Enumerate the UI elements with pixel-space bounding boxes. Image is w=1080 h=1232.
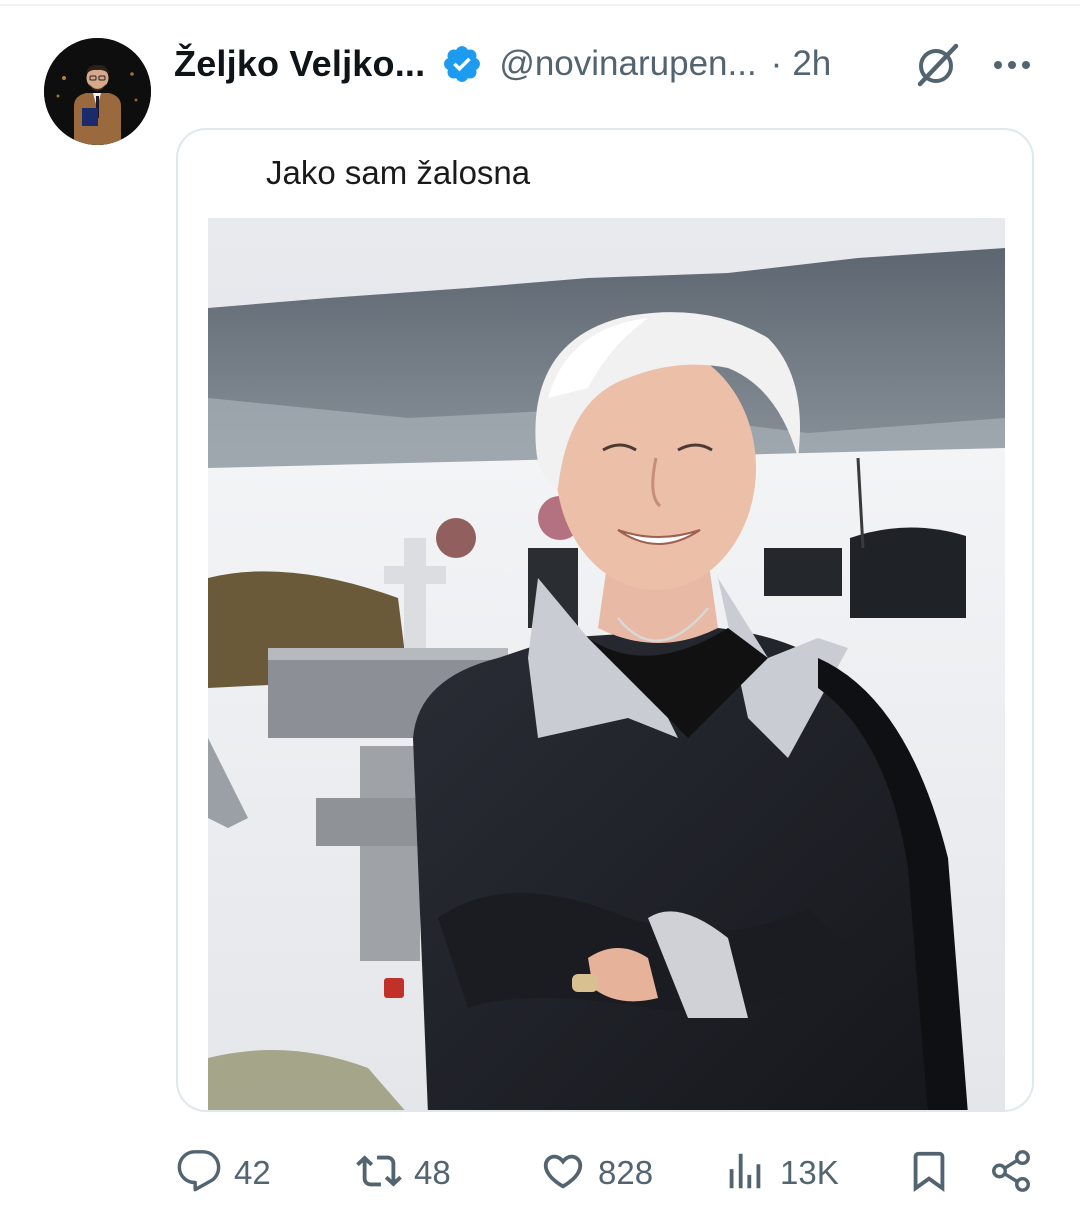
tweet: Željko Veljko... @novinarupen... · 2h Ja… bbox=[0, 0, 1080, 1232]
repost-icon bbox=[356, 1148, 402, 1199]
reply-count: 42 bbox=[234, 1154, 271, 1191]
separator-dot: · bbox=[770, 44, 783, 83]
bookmark-button[interactable] bbox=[906, 1148, 952, 1198]
meme-image: Jako sam žalosna bbox=[208, 130, 1005, 1110]
tweet-header: Željko Veljko... @novinarupen... · 2h bbox=[174, 36, 831, 92]
heart-icon bbox=[540, 1148, 586, 1199]
more-options-icon[interactable] bbox=[990, 48, 1034, 82]
action-bar: 42 48 828 13K bbox=[0, 1138, 1080, 1208]
photo bbox=[208, 218, 1005, 1110]
bookmark-icon bbox=[906, 1148, 952, 1199]
repost-button[interactable]: 48 bbox=[356, 1148, 451, 1198]
meme-caption: Jako sam žalosna bbox=[266, 154, 531, 191]
grok-icon[interactable] bbox=[914, 40, 962, 88]
repost-count: 48 bbox=[414, 1154, 451, 1191]
share-button[interactable] bbox=[988, 1148, 1034, 1198]
divider bbox=[0, 4, 1080, 6]
avatar[interactable] bbox=[44, 38, 151, 145]
verified-badge-icon bbox=[441, 43, 483, 85]
share-icon bbox=[988, 1148, 1034, 1199]
timestamp[interactable]: 2h bbox=[792, 44, 831, 84]
views-count: 13K bbox=[780, 1154, 839, 1191]
reply-button[interactable]: 42 bbox=[176, 1148, 271, 1198]
views-icon bbox=[722, 1148, 768, 1199]
like-count: 828 bbox=[598, 1154, 654, 1191]
reply-icon bbox=[176, 1148, 222, 1199]
like-button[interactable]: 828 bbox=[540, 1148, 653, 1198]
handle[interactable]: @novinarupen... bbox=[499, 44, 756, 84]
tweet-media[interactable]: Jako sam žalosna bbox=[176, 128, 1034, 1112]
views-button[interactable]: 13K bbox=[722, 1148, 839, 1198]
display-name[interactable]: Željko Veljko... bbox=[174, 43, 425, 85]
